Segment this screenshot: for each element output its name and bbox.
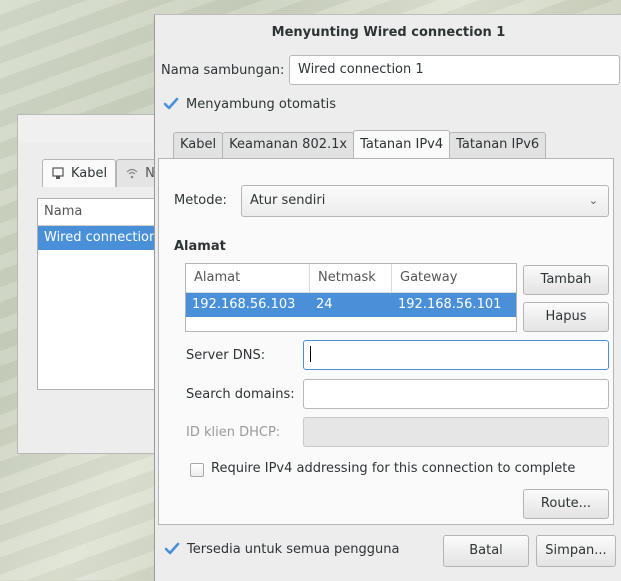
tab-ipv6-settings[interactable]: Tatanan IPv6 <box>449 132 547 158</box>
require-ipv4-checkbox[interactable] <box>190 463 204 477</box>
dhcp-client-id-field <box>303 417 609 447</box>
column-header-netmask[interactable]: Netmask <box>310 264 392 292</box>
tab-wired-label: Kabel <box>71 166 108 181</box>
cancel-button[interactable]: Batal <box>443 535 529 567</box>
all-users-checkbox[interactable] <box>164 541 180 557</box>
text-cursor <box>310 345 311 362</box>
auto-connect-checkbox[interactable] <box>163 96 179 112</box>
table-row[interactable]: 192.168.56.103 24 192.168.56.101 <box>186 293 516 317</box>
address-cell: 192.168.56.103 <box>192 297 296 312</box>
tab-8021x-security[interactable]: Keamanan 802.1x <box>222 132 355 158</box>
search-domains-label: Search domains: <box>186 387 295 402</box>
column-header-address[interactable]: Alamat <box>186 264 310 292</box>
chevron-down-icon: ⌄ <box>588 194 598 207</box>
add-address-button[interactable]: Tambah <box>523 265 609 295</box>
method-value: Atur sendiri <box>250 193 326 208</box>
edit-connection-dialog: Menyunting Wired connection 1 Nama sambu… <box>154 14 621 581</box>
dialog-title: Menyunting Wired connection 1 <box>271 25 506 40</box>
gateway-cell: 192.168.56.101 <box>398 297 502 312</box>
search-domains-field[interactable] <box>303 379 609 409</box>
auto-connect-label: Menyambung otomatis <box>186 97 337 112</box>
routes-button[interactable]: Route... <box>523 489 609 519</box>
tab-wired[interactable]: Kabel <box>42 159 117 187</box>
table-header: Alamat Netmask Gateway <box>186 264 516 293</box>
save-button[interactable]: Simpan... <box>536 535 616 567</box>
ipv4-settings-panel: Metode: Atur sendiri ⌄ Alamat Alamat Net… <box>158 158 614 525</box>
wireless-icon <box>125 166 139 184</box>
dns-server-label: Server DNS: <box>186 348 266 363</box>
netmask-cell: 24 <box>316 297 333 312</box>
connection-name-label: Nama sambungan: <box>161 63 285 78</box>
addresses-heading: Alamat <box>174 239 226 254</box>
tab-wired[interactable]: Kabel <box>173 132 224 158</box>
delete-address-button[interactable]: Hapus <box>523 302 609 332</box>
require-ipv4-label: Require IPv4 addressing for this connect… <box>211 461 576 476</box>
dhcp-client-id-label: ID klien DHCP: <box>186 425 281 440</box>
tab-ipv4-settings[interactable]: Tatanan IPv4 <box>353 130 451 158</box>
dns-server-field[interactable] <box>303 340 609 370</box>
method-label: Metode: <box>174 193 227 208</box>
connection-name-field[interactable]: Wired connection 1 <box>289 55 620 85</box>
all-users-label: Tersedia untuk semua pengguna <box>187 542 400 557</box>
addresses-table[interactable]: Alamat Netmask Gateway 192.168.56.103 24… <box>185 263 517 332</box>
connection-type-tabs: Kabel N <box>42 159 164 187</box>
column-header-gateway[interactable]: Gateway <box>392 264 516 292</box>
network-wired-icon <box>51 166 65 184</box>
method-dropdown[interactable]: Atur sendiri ⌄ <box>241 185 609 217</box>
settings-tabs: Kabel Keamanan 802.1x Tatanan IPv4 Tatan… <box>173 130 547 159</box>
